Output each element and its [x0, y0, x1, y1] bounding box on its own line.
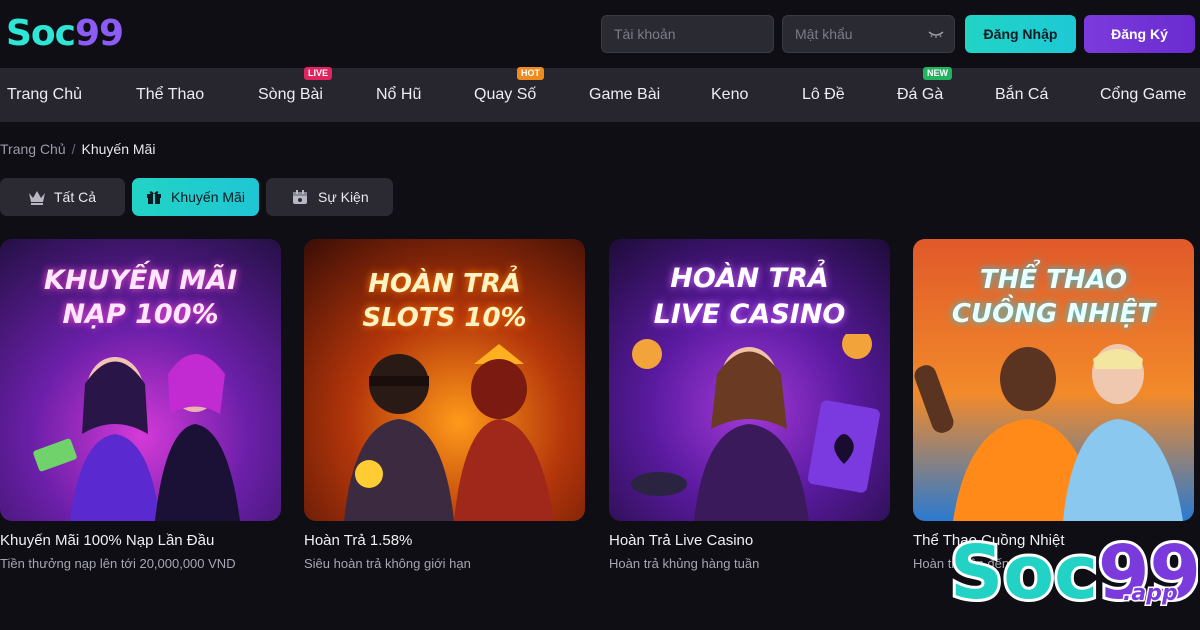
nav-label: Lô Đề	[802, 86, 845, 103]
logo-text-soc: Soc	[6, 13, 76, 54]
banner-line-1: HOÀN TRẢ	[670, 263, 829, 294]
nav-label: Quay Số	[474, 86, 537, 103]
promo-card-banner[interactable]: KHUYẾN MÃI NẠP 100%	[0, 239, 281, 521]
logo-text-99: 99	[75, 13, 124, 54]
register-button[interactable]: Đăng Ký	[1084, 15, 1195, 53]
tab-all[interactable]: Tất Cả	[0, 178, 125, 216]
banner-line-1: HOÀN TRẢ	[368, 269, 521, 299]
banner-line-2: NẠP 100%	[62, 299, 219, 330]
banner-line-1: KHUYẾN MÃI	[43, 265, 238, 296]
nav-label: Bắn Cá	[995, 86, 1049, 103]
character-illustration	[344, 344, 554, 521]
banner-line-1: THỂ THAO	[979, 265, 1128, 295]
nav-label: Cổng Game	[1100, 86, 1187, 103]
eye-closed-icon[interactable]	[928, 16, 944, 65]
watermark-domain: .app	[1123, 581, 1178, 606]
nav-label: Nổ Hũ	[376, 86, 422, 103]
promo-card-title[interactable]: Hoàn Trả 1.58%	[304, 532, 412, 549]
banner-line-2: SLOTS 10%	[362, 303, 527, 333]
crown-icon	[29, 191, 45, 205]
tab-events[interactable]: Sự Kiện	[266, 178, 393, 216]
promo-card-subtitle: Siêu hoàn trả không giới hạn	[304, 556, 471, 571]
promo-card-banner[interactable]: THỂ THAO CUỒNG NHIỆT	[913, 239, 1194, 521]
promo-card-banner[interactable]: HOÀN TRẢ LIVE CASINO	[609, 239, 890, 521]
password-field[interactable]	[782, 15, 955, 53]
banner-line-2: LIVE CASINO	[653, 299, 846, 330]
tab-promotions[interactable]: Khuyến Mãi	[132, 178, 259, 216]
breadcrumb-separator: /	[71, 141, 76, 157]
nav-item-da-ga[interactable]: Đá Gà NEW	[897, 67, 952, 122]
tab-label: Khuyến Mãi	[171, 189, 245, 205]
new-badge: NEW	[923, 67, 952, 80]
nav-item-keno[interactable]: Keno	[711, 68, 748, 122]
password-input[interactable]	[795, 26, 942, 42]
promo-card-title[interactable]: Khuyến Mãi 100% Nạp Lần Đầu	[0, 532, 214, 549]
nav-item-ban-ca[interactable]: Bắn Cá	[995, 68, 1048, 122]
username-input[interactable]	[614, 26, 761, 42]
tab-label: Sự Kiện	[318, 189, 369, 205]
promo-card-subtitle: Hoàn trả khủng hàng tuần	[609, 556, 760, 571]
nav-label: Đá Gà	[897, 86, 944, 103]
breadcrumb-current: Khuyến Mãi	[81, 141, 156, 157]
nav-item-quay-so[interactable]: Quay Số HOT	[474, 67, 544, 122]
nav-label: Keno	[711, 86, 749, 103]
tab-label: Tất Cả	[54, 189, 97, 205]
nav-item-no-hu[interactable]: Nổ Hũ	[376, 68, 421, 122]
nav-item-cong-game[interactable]: Cổng Game	[1100, 68, 1186, 122]
username-field[interactable]	[601, 15, 774, 53]
login-button[interactable]: Đăng Nhập	[965, 15, 1076, 53]
nav-item-game-bai[interactable]: Game Bài	[589, 68, 660, 122]
character-illustration	[631, 334, 880, 521]
breadcrumb: Trang Chủ / Khuyến Mãi	[0, 141, 155, 157]
watermark-logo: Soc99 Soc99 .app	[947, 520, 1200, 625]
breadcrumb-home[interactable]: Trang Chủ	[0, 141, 66, 157]
gift-icon	[147, 191, 161, 204]
calendar-icon	[293, 190, 307, 204]
nav-item-lo-de[interactable]: Lô Đề	[802, 68, 845, 122]
promo-card-subtitle: Tiền thưởng nạp lên tới 20,000,000 VND	[0, 556, 236, 571]
character-illustration	[914, 344, 1183, 521]
nav-label: Sòng Bài	[258, 86, 323, 103]
main-nav: Trang Chủ Thể Thao Sòng Bài LIVE Nổ Hũ Q…	[0, 67, 1200, 122]
nav-label: Game Bài	[589, 86, 661, 103]
nav-label: Trang Chủ	[7, 86, 82, 103]
nav-item-song-bai[interactable]: Sòng Bài LIVE	[258, 67, 333, 122]
character-illustration	[33, 354, 240, 521]
nav-item-trang-chu[interactable]: Trang Chủ	[7, 68, 82, 122]
live-badge: LIVE	[304, 67, 333, 80]
nav-item-the-thao[interactable]: Thể Thao	[136, 68, 204, 122]
top-header: Soc99 Đăng Nhập Đăng Ký	[0, 0, 1200, 68]
watermark-logo-graphic: Soc99 Soc99 .app	[947, 527, 1200, 619]
promo-card-banner[interactable]: HOÀN TRẢ SLOTS 10%	[304, 239, 585, 521]
banner-line-2: CUỒNG NHIỆT	[951, 299, 1156, 329]
promo-card-title[interactable]: Hoàn Trả Live Casino	[609, 532, 753, 549]
hot-badge: HOT	[517, 67, 544, 80]
nav-label: Thể Thao	[136, 86, 205, 103]
site-logo[interactable]: Soc99	[6, 13, 124, 54]
